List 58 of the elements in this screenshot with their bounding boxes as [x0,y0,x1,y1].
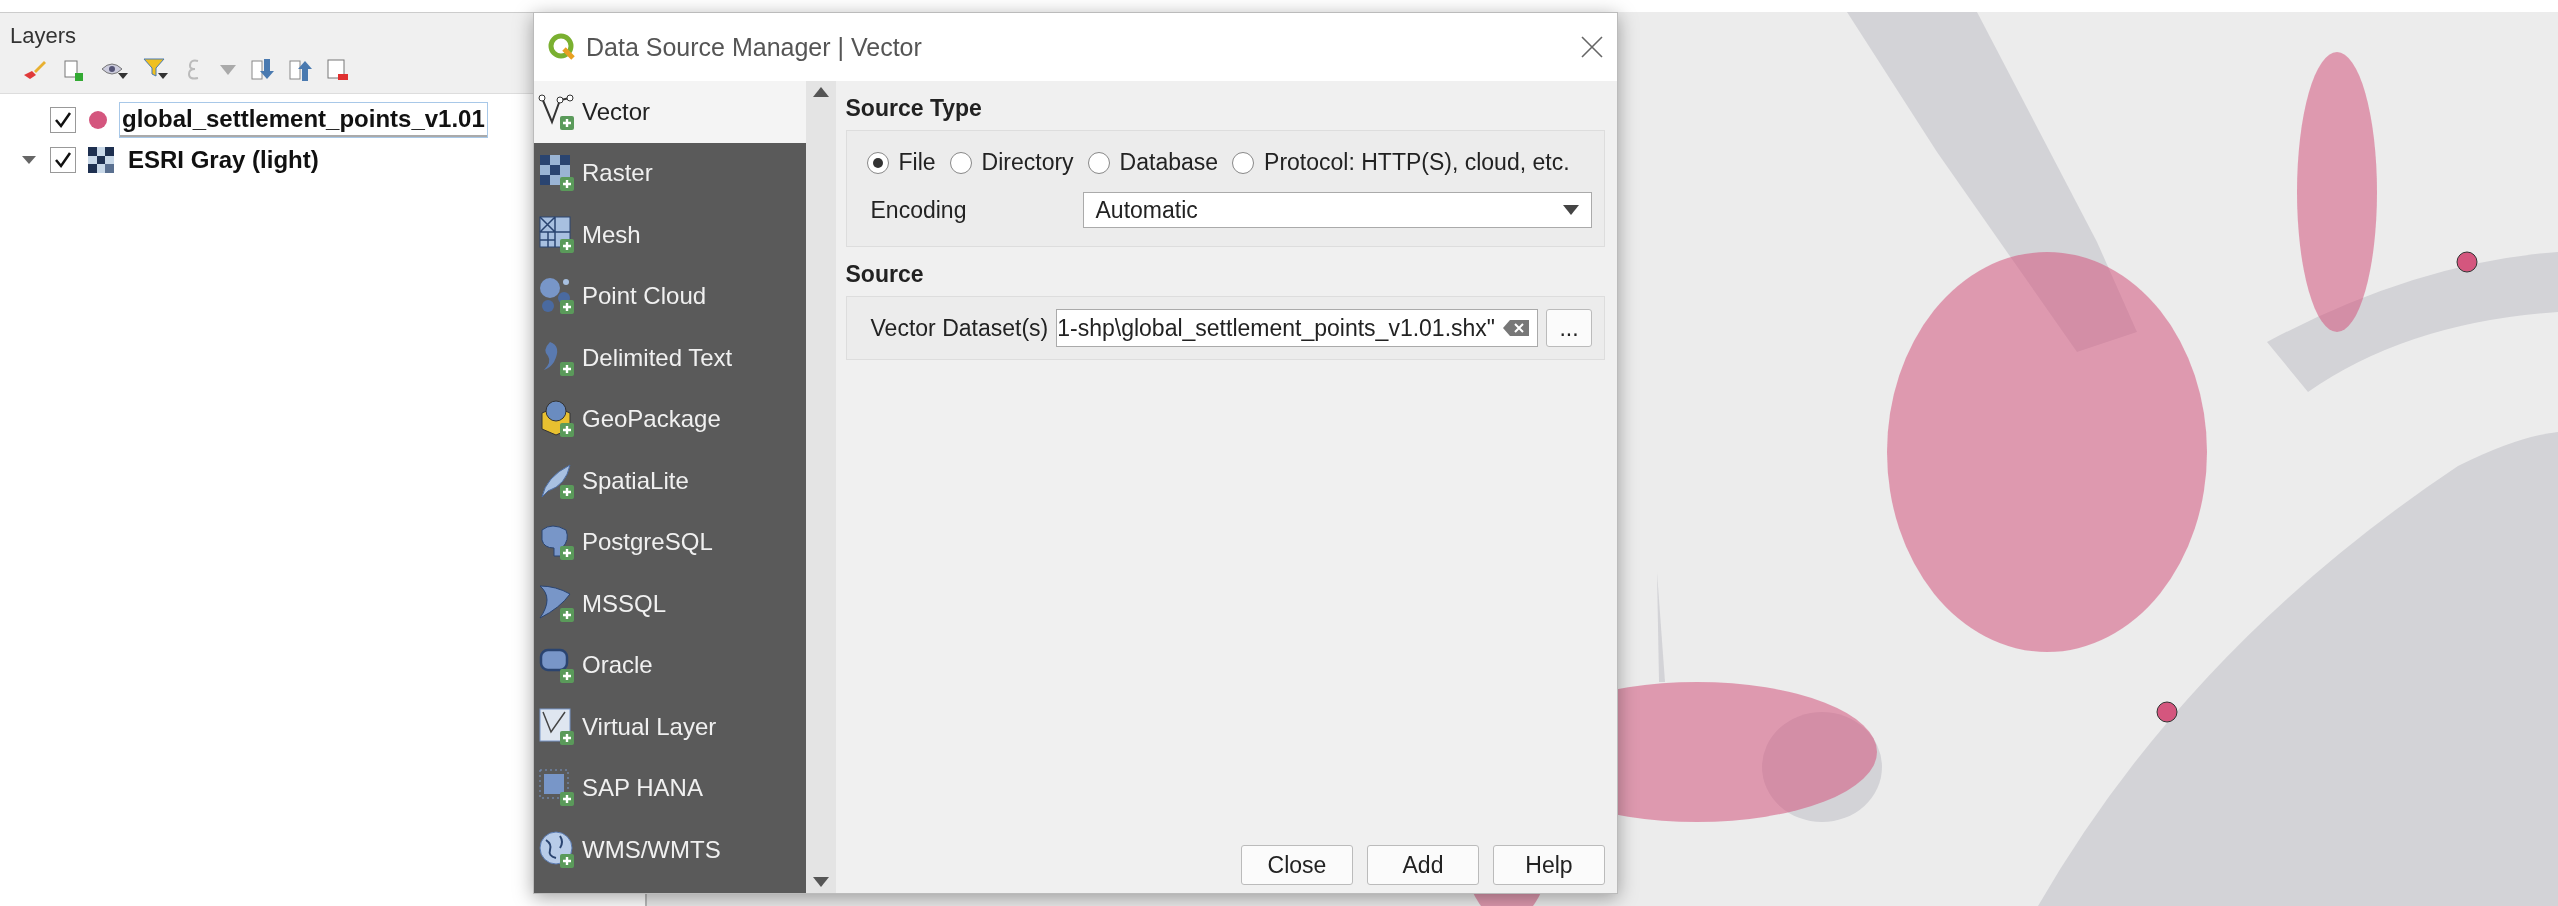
sail-icon [538,583,576,624]
sidebar-item[interactable]: Raster [534,142,807,204]
sidebar-item[interactable]: PostgreSQL [534,511,807,573]
sidebar-item[interactable]: GeoPackage [534,388,807,450]
layer-name[interactable]: global_settlement_points_v1.01 [120,103,487,137]
layer-name[interactable]: ESRI Gray (light) [126,144,321,176]
sidebar-item[interactable]: WMS/WMTS [534,819,807,881]
sidebar-item[interactable]: Mesh [534,204,807,266]
raster-icon [88,147,114,173]
dropdown-arrow-icon[interactable] [1563,205,1579,215]
globe-icon [538,829,576,870]
sidebar-item[interactable]: Point Cloud [534,265,807,327]
field-label: Encoding [869,196,968,224]
scroll-down-icon[interactable] [812,877,829,887]
radio-label[interactable]: Protocol: HTTP(S), cloud, etc. [1264,149,1570,176]
input-field[interactable]: 1-shp\global_settlement_points_v1.01.shx" [1056,309,1538,347]
dots-icon [538,276,576,317]
radio-button[interactable] [1087,151,1110,174]
scroll-up-icon[interactable] [812,87,829,97]
checkbox[interactable] [50,147,76,173]
sidebar-item[interactable]: Virtual Layer [534,696,807,758]
sidebar-item[interactable]: SAP HANA [534,757,807,819]
browse-button[interactable]: ... [1546,309,1592,347]
vertex-line-icon [538,91,576,132]
paintbrush-icon[interactable] [22,59,48,81]
collapse-all-icon[interactable] [288,57,312,83]
close-icon[interactable] [1581,36,1603,58]
sidebar-item[interactable]: MSSQL [534,573,807,635]
dialog-button[interactable]: Add [1367,845,1479,885]
add-group-icon[interactable] [62,57,86,83]
panel-title: Layers [10,23,77,49]
window-title: Data Source Manager | Vector [586,32,923,62]
sidebar-item[interactable]: Delimited Text [534,327,807,389]
mesh-grid-icon [538,214,576,255]
section-heading: Source Type [845,95,983,122]
clear-icon[interactable] [1503,320,1529,336]
radio-button[interactable] [866,151,889,174]
field-label: Vector Dataset(s) [869,314,1049,342]
sidebar-item[interactable]: SpatiaLite [534,450,807,512]
square-icon [538,768,576,809]
globe-box-icon [538,399,576,440]
radio-button[interactable] [949,151,972,174]
app-logo-icon [548,33,576,61]
radio-label[interactable]: Database [1119,149,1219,176]
radio-button[interactable] [1232,151,1255,174]
checkerboard-icon [538,153,576,194]
dialog-button[interactable]: Help [1493,845,1605,885]
radio-label[interactable]: File [898,149,936,176]
virtual-layer-icon [538,706,576,747]
expand-all-icon[interactable] [250,57,274,83]
radio-label[interactable]: Directory [981,149,1074,176]
dialog-button[interactable]: Close [1241,845,1353,885]
encoding-dropdown[interactable]: Automatic [1082,192,1592,228]
sidebar-item[interactable]: Oracle [534,634,807,696]
remove-layer-icon[interactable] [326,57,350,83]
checkbox[interactable] [50,107,76,133]
sidebar-item[interactable]: Vector [534,81,807,143]
section-heading: Source [845,261,925,288]
